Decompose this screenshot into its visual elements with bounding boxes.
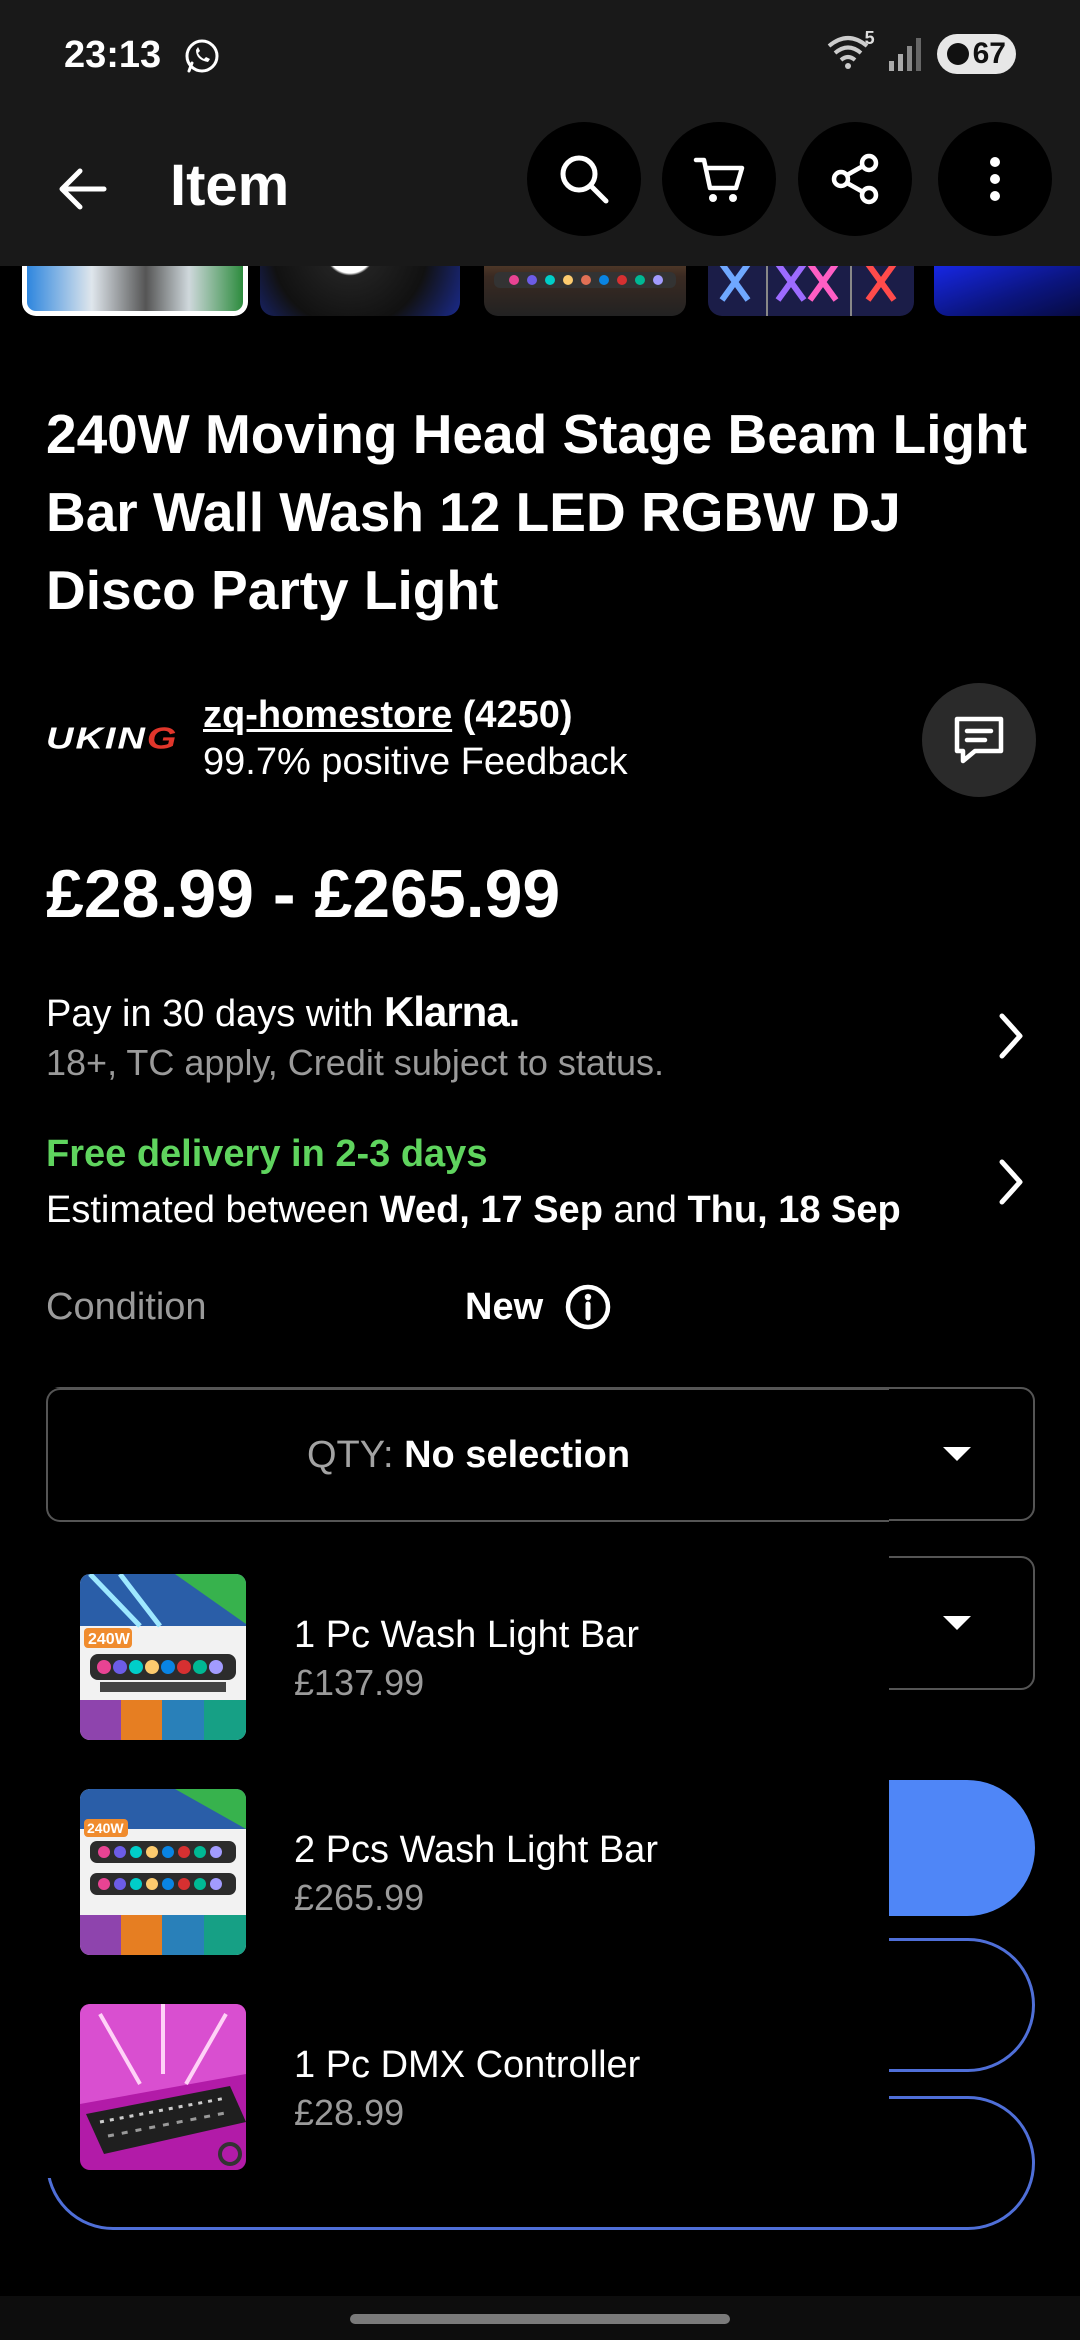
battery-level: 67 <box>972 37 1006 70</box>
dropdown-option[interactable]: 240W 2 Pcs Wash Light Bar £265.99 <box>46 1773 889 1973</box>
app-bar: Item <box>0 112 1080 266</box>
qty-value: No selection <box>404 1433 631 1476</box>
delivery-chevron-button[interactable] <box>988 1154 1034 1210</box>
light-bar-image <box>494 272 676 288</box>
option-price: £137.99 <box>294 1662 425 1703</box>
option-price: £28.99 <box>294 2092 405 2133</box>
seller-info: zq-homestore (4250) <box>203 694 573 737</box>
chevron-right-icon <box>999 1159 1023 1205</box>
option-thumbnail <box>80 2004 246 2170</box>
contact-seller-button[interactable] <box>922 683 1036 797</box>
item-title: 240W Moving Head Stage Beam Light Bar Wa… <box>46 403 1028 621</box>
delivery-date-end: Thu, 18 Sep <box>687 1189 901 1231</box>
thumbnail-1[interactable] <box>22 266 248 316</box>
chevron-right-icon <box>999 1013 1023 1059</box>
share-button[interactable] <box>798 122 912 236</box>
thumbnail-4[interactable] <box>708 266 914 316</box>
info-icon[interactable] <box>563 1282 613 1332</box>
status-bar: 23:13 5 67 <box>0 0 1080 112</box>
seller-name-link[interactable]: zq-homestore <box>203 694 452 736</box>
back-button[interactable] <box>40 146 126 232</box>
option-price: £265.99 <box>294 1877 425 1918</box>
option-title: 2 Pcs Wash Light Bar <box>294 1829 658 1871</box>
search-button[interactable] <box>527 122 641 236</box>
svg-text:240W: 240W <box>87 1820 124 1836</box>
seller-logo[interactable]: UKING <box>46 722 178 756</box>
back-arrow-icon <box>59 168 107 210</box>
cart-button[interactable] <box>662 122 776 236</box>
wifi-icon: 5 <box>827 28 875 74</box>
seller-logo-text: UKIN <box>46 722 147 756</box>
delivery-and: and <box>613 1189 677 1231</box>
image-thumbnails <box>0 266 1080 332</box>
message-icon <box>954 716 1004 764</box>
condition-label: Condition <box>46 1286 207 1328</box>
klarna-terms: 18+, TC apply, Credit subject to status. <box>46 1042 664 1083</box>
more-vertical-icon <box>990 157 1000 201</box>
option-title: 1 Pc DMX Controller <box>294 2044 641 2086</box>
delivery-date-start: Wed, 17 Sep <box>379 1189 603 1231</box>
signal-icon <box>888 38 921 71</box>
status-time: 23:13 <box>64 34 162 76</box>
dropdown-arrow-icon <box>943 1616 971 1630</box>
search-icon <box>560 155 609 204</box>
delivery-title: Free delivery in 2-3 days <box>46 1133 488 1175</box>
seller-feedback-count: (4250) <box>462 694 573 736</box>
svg-text:240W: 240W <box>88 1631 131 1648</box>
dropdown-option[interactable]: 1 Pc DMX Controller £28.99 <box>46 1988 889 2188</box>
delivery-estimate: Estimated between Wed, 17 Sep and Thu, 1… <box>46 1189 901 1232</box>
share-icon <box>831 153 879 205</box>
quantity-dropdown-menu: QTY: No selection 240W 1 Pc Wash Light B… <box>46 1388 889 2178</box>
quantity-dropdown-header[interactable]: QTY: No selection <box>46 1388 889 1522</box>
option-thumbnail: 240W <box>80 1574 246 1740</box>
battery-saver-icon <box>946 43 969 65</box>
price-range: £28.99 - £265.99 <box>46 856 561 932</box>
qty-label: QTY: <box>306 1433 394 1476</box>
network-badge: 5 <box>864 28 875 48</box>
thumbnail-5[interactable] <box>934 266 1080 316</box>
option-thumbnail: 240W <box>80 1789 246 1955</box>
delivery-est-prefix: Estimated between <box>46 1189 370 1231</box>
seller-logo-accent: G <box>146 722 179 756</box>
dropdown-option[interactable]: 240W 1 Pc Wash Light Bar £137.99 <box>46 1558 889 1758</box>
klarna-prefix: Pay in 30 days with <box>46 993 374 1035</box>
cart-icon <box>693 157 745 202</box>
thumbnail-2[interactable] <box>260 266 460 316</box>
klarna-logo: Klarna. <box>383 988 520 1035</box>
dropdown-arrow-icon <box>943 1447 971 1461</box>
page-title: Item <box>170 153 290 218</box>
status-icons: 5 67 <box>827 28 1016 74</box>
condition-value: New <box>465 1286 544 1328</box>
option-title: 1 Pc Wash Light Bar <box>294 1614 639 1656</box>
klarna-chevron-button[interactable] <box>988 1008 1034 1064</box>
more-options-button[interactable] <box>938 122 1052 236</box>
whatsapp-icon <box>185 39 219 73</box>
thumbnail-3[interactable] <box>484 266 686 316</box>
beam-effects-image <box>719 266 897 316</box>
gesture-handle[interactable] <box>350 2314 730 2324</box>
klarna-offer[interactable]: Pay in 30 days with Klarna. <box>46 988 520 1036</box>
battery-icon: 67 <box>936 34 1016 74</box>
seller-feedback-score: 99.7% positive Feedback <box>203 741 628 783</box>
